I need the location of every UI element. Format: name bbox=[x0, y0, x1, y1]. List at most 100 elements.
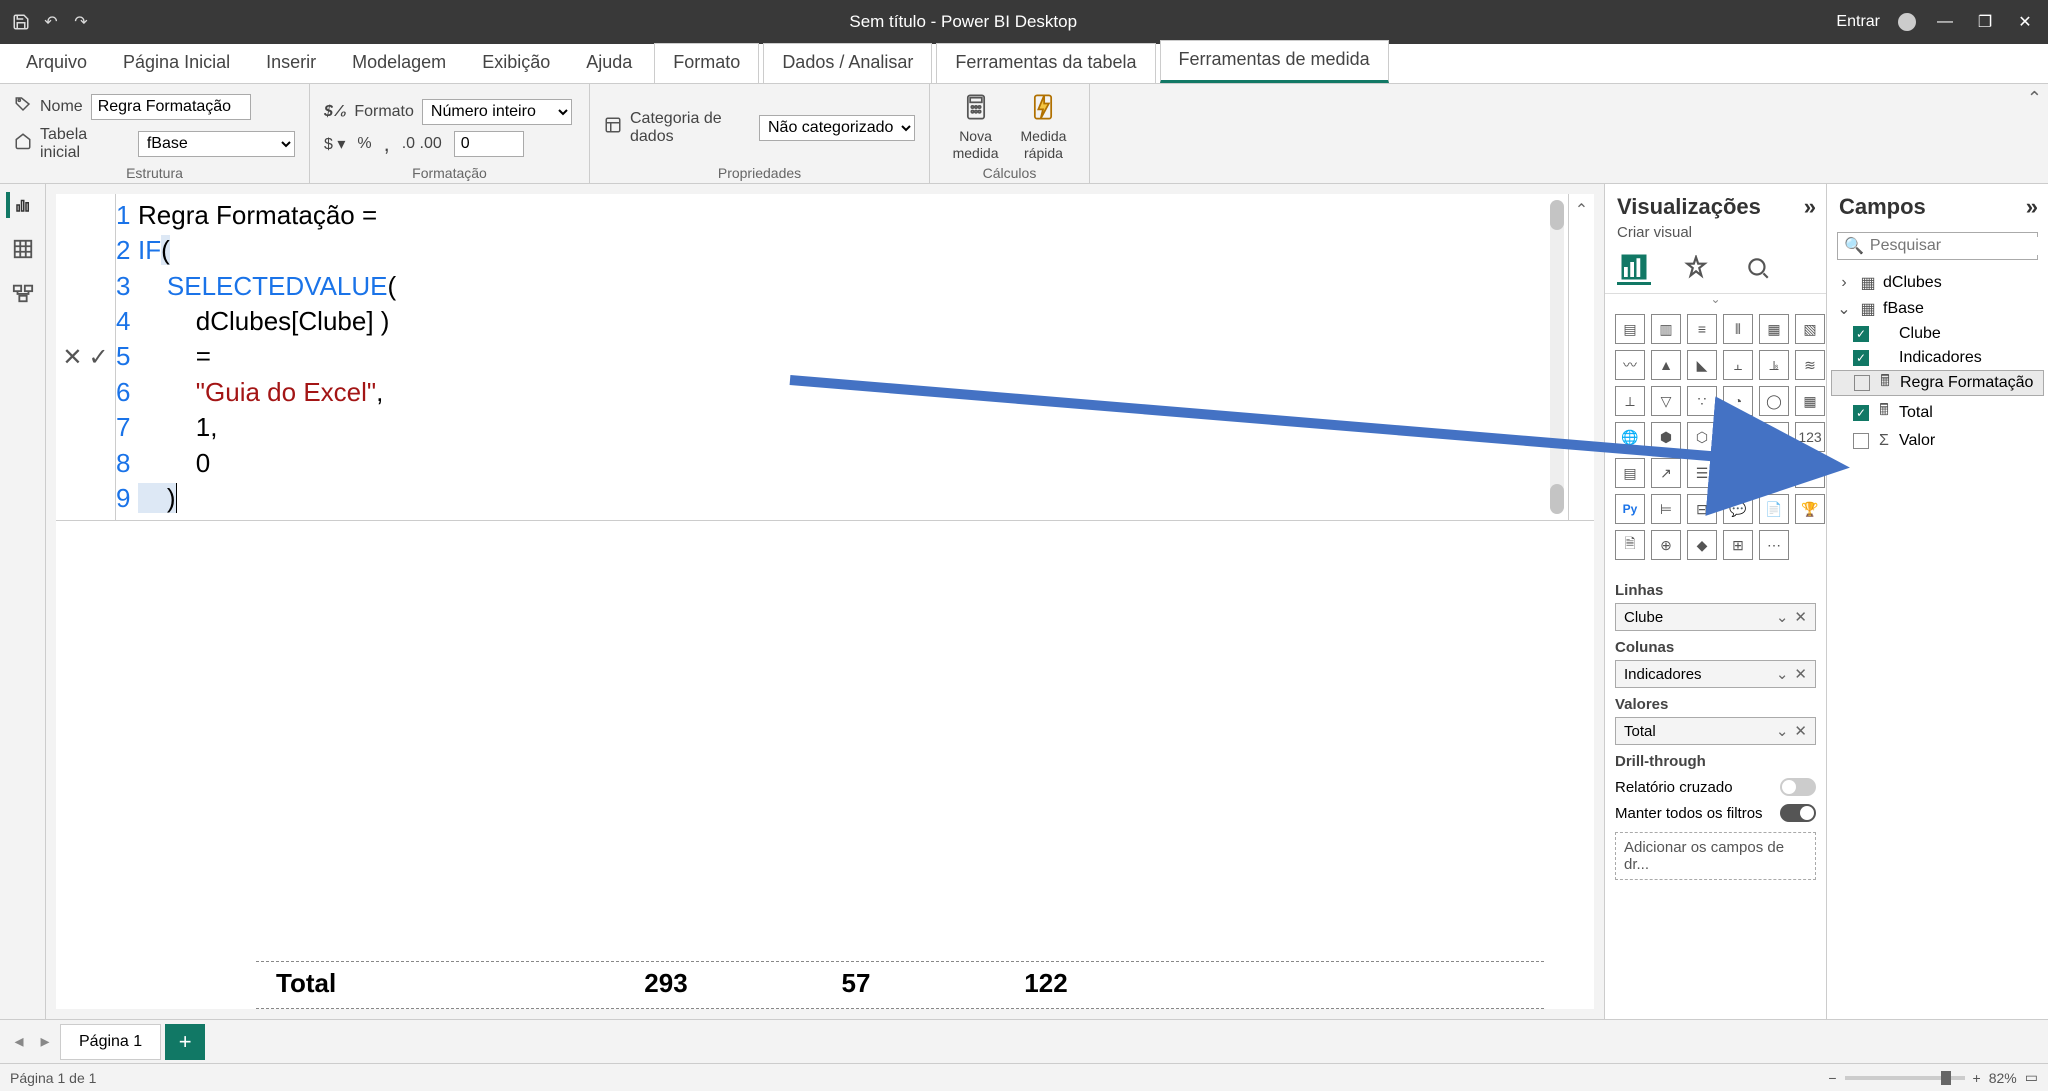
panel-collapse-icon[interactable]: » bbox=[1804, 194, 1816, 220]
page-prev-icon[interactable]: ◂ bbox=[8, 1031, 30, 1052]
field-indicadores[interactable]: ✓ Indicadores bbox=[1831, 346, 2044, 370]
remove-icon[interactable]: ✕ bbox=[1794, 608, 1807, 626]
cols-chip[interactable]: Indicadores⌄✕ bbox=[1615, 660, 1816, 688]
viz-qa-icon[interactable]: 💬 bbox=[1723, 494, 1753, 524]
tab-view[interactable]: Exibição bbox=[464, 44, 568, 83]
viz-slicer-icon[interactable]: ☰ bbox=[1687, 458, 1717, 488]
viz-powerapps-icon[interactable]: ◆ bbox=[1687, 530, 1717, 560]
viz-donut-icon[interactable]: ◯ bbox=[1759, 386, 1789, 416]
viz-pie-icon[interactable]: ◔ bbox=[1723, 386, 1753, 416]
field-clube[interactable]: ✓ Clube bbox=[1831, 322, 2044, 346]
viz-scatter-icon[interactable]: ∵ bbox=[1687, 386, 1717, 416]
viz-map-icon[interactable]: 🌐 bbox=[1615, 422, 1645, 452]
field-regra-formatacao[interactable]: 🖩 Regra Formatação bbox=[1831, 370, 2044, 396]
viz-goals-icon[interactable]: 🏆 bbox=[1795, 494, 1825, 524]
close-icon[interactable]: ✕ bbox=[2014, 12, 2036, 32]
remove-icon[interactable]: ✕ bbox=[1794, 665, 1807, 683]
formula-commit-icon[interactable]: ✓ bbox=[89, 343, 109, 372]
panel-collapse-icon[interactable]: » bbox=[2026, 194, 2038, 220]
viz-gauge-icon[interactable]: ◐ bbox=[1759, 422, 1789, 452]
fields-search[interactable]: 🔍 bbox=[1837, 232, 2038, 260]
maximize-icon[interactable]: ❐ bbox=[1974, 12, 1996, 32]
viz-stacked-area-icon[interactable]: ◣ bbox=[1687, 350, 1717, 380]
data-view-icon[interactable] bbox=[10, 236, 36, 262]
viz-treemap-icon[interactable]: ▦ bbox=[1795, 386, 1825, 416]
redo-icon[interactable]: ↷ bbox=[72, 13, 90, 31]
data-category-select[interactable]: Não categorizado bbox=[759, 115, 915, 141]
viz-azure-map-icon[interactable]: ▲ bbox=[1723, 422, 1753, 452]
viz-automate-icon[interactable]: ⊞ bbox=[1723, 530, 1753, 560]
save-icon[interactable] bbox=[12, 13, 30, 31]
chevron-down-icon[interactable]: ⌄ bbox=[1776, 665, 1789, 683]
undo-icon[interactable]: ↶ bbox=[42, 13, 60, 31]
chevron-down-icon[interactable]: ⌄ bbox=[1776, 608, 1789, 626]
checkbox-icon[interactable]: ✓ bbox=[1853, 326, 1869, 342]
viz-matrix-icon[interactable]: ▦ bbox=[1759, 458, 1789, 488]
keep-filters-toggle[interactable] bbox=[1780, 804, 1816, 822]
viz-100-column-icon[interactable]: ▧ bbox=[1795, 314, 1825, 344]
fields-search-input[interactable] bbox=[1870, 237, 2048, 255]
viz-line-column-icon[interactable]: ⫠ bbox=[1723, 350, 1753, 380]
viz-key-influencers-icon[interactable]: ⊨ bbox=[1651, 494, 1681, 524]
viz-waterfall-icon[interactable]: ⟂ bbox=[1615, 386, 1645, 416]
tab-data-analyze[interactable]: Dados / Analisar bbox=[763, 43, 932, 83]
table-dclubes[interactable]: › ▦ dClubes bbox=[1831, 270, 2044, 296]
viz-narrative-icon[interactable]: 📄 bbox=[1759, 494, 1789, 524]
formula-cancel-icon[interactable]: ✕ bbox=[62, 343, 82, 372]
tab-help[interactable]: Ajuda bbox=[568, 44, 650, 83]
viz-clustered-bar-icon[interactable]: ≡ bbox=[1687, 314, 1717, 344]
formula-expand-icon[interactable]: ⌃ bbox=[1568, 194, 1594, 520]
analytics-icon[interactable] bbox=[1741, 251, 1775, 285]
field-valor[interactable]: Σ Valor bbox=[1831, 429, 2044, 453]
thousands-button[interactable]: , bbox=[384, 131, 390, 157]
editor-scrollbar[interactable] bbox=[1550, 200, 1564, 514]
viz-clustered-column-icon[interactable]: ⫴ bbox=[1723, 314, 1753, 344]
viz-r-icon[interactable]: R bbox=[1795, 458, 1825, 488]
viz-more-icon[interactable]: ⋯ bbox=[1759, 530, 1789, 560]
new-measure-button[interactable]: Novamedida bbox=[945, 90, 1007, 165]
decimals-input[interactable] bbox=[454, 131, 524, 157]
dax-editor[interactable]: 1Regra Formatação = 2IF( 3 SELECTEDVALUE… bbox=[116, 194, 1568, 520]
add-page-button[interactable]: + bbox=[165, 1024, 205, 1060]
viz-shape-map-icon[interactable]: ⬡ bbox=[1687, 422, 1717, 452]
tab-file[interactable]: Arquivo bbox=[8, 44, 105, 83]
page-tab-1[interactable]: Página 1 bbox=[60, 1024, 161, 1060]
viz-card-icon[interactable]: 123 bbox=[1795, 422, 1825, 452]
checkbox-icon[interactable]: ✓ bbox=[1853, 405, 1869, 421]
viz-stacked-column-icon[interactable]: ▥ bbox=[1651, 314, 1681, 344]
checkbox-icon[interactable] bbox=[1853, 433, 1869, 449]
zoom-in-icon[interactable]: + bbox=[1973, 1070, 1981, 1086]
viz-funnel-icon[interactable]: ▽ bbox=[1651, 386, 1681, 416]
viz-line-icon[interactable]: 〰 bbox=[1615, 350, 1645, 380]
viz-filled-map-icon[interactable]: ⬢ bbox=[1651, 422, 1681, 452]
decimal-format-icon[interactable]: .0 .00 bbox=[402, 135, 442, 153]
viz-100-bar-icon[interactable]: ▦ bbox=[1759, 314, 1789, 344]
model-view-icon[interactable] bbox=[10, 280, 36, 306]
table-fbase[interactable]: ⌄ ▦ fBase bbox=[1831, 296, 2044, 322]
tab-home[interactable]: Página Inicial bbox=[105, 44, 248, 83]
format-visual-icon[interactable] bbox=[1679, 251, 1713, 285]
cross-report-toggle[interactable] bbox=[1780, 778, 1816, 796]
viz-ribbon-icon[interactable]: ≋ bbox=[1795, 350, 1825, 380]
report-view-icon[interactable] bbox=[6, 192, 32, 218]
zoom-out-icon[interactable]: − bbox=[1828, 1070, 1836, 1086]
viz-decomp-tree-icon[interactable]: ⊟ bbox=[1687, 494, 1717, 524]
chevron-down-icon[interactable]: ⌄ bbox=[1776, 722, 1789, 740]
percent-button[interactable]: % bbox=[357, 135, 371, 153]
viz-kpi-icon[interactable]: ↗ bbox=[1651, 458, 1681, 488]
home-table-select[interactable]: fBase bbox=[138, 131, 295, 157]
viz-python-icon[interactable]: Py bbox=[1615, 494, 1645, 524]
viz-area-icon[interactable]: ▲ bbox=[1651, 350, 1681, 380]
zoom-slider[interactable] bbox=[1845, 1076, 1965, 1080]
currency-button[interactable]: $ ▾ bbox=[324, 134, 345, 154]
viz-table-icon[interactable]: ▦ bbox=[1723, 458, 1753, 488]
viz-stacked-bar-icon[interactable]: ▤ bbox=[1615, 314, 1645, 344]
signin-button[interactable]: Entrar bbox=[1836, 13, 1880, 31]
minimize-icon[interactable]: — bbox=[1934, 13, 1956, 31]
avatar-icon[interactable] bbox=[1898, 13, 1916, 31]
remove-icon[interactable]: ✕ bbox=[1794, 722, 1807, 740]
add-drill-fields[interactable]: Adicionar os campos de dr... bbox=[1615, 832, 1816, 880]
fit-page-icon[interactable]: ▭ bbox=[2025, 1069, 2038, 1086]
viz-line-clustered-icon[interactable]: ⫡ bbox=[1759, 350, 1789, 380]
measure-name-input[interactable] bbox=[91, 94, 251, 120]
